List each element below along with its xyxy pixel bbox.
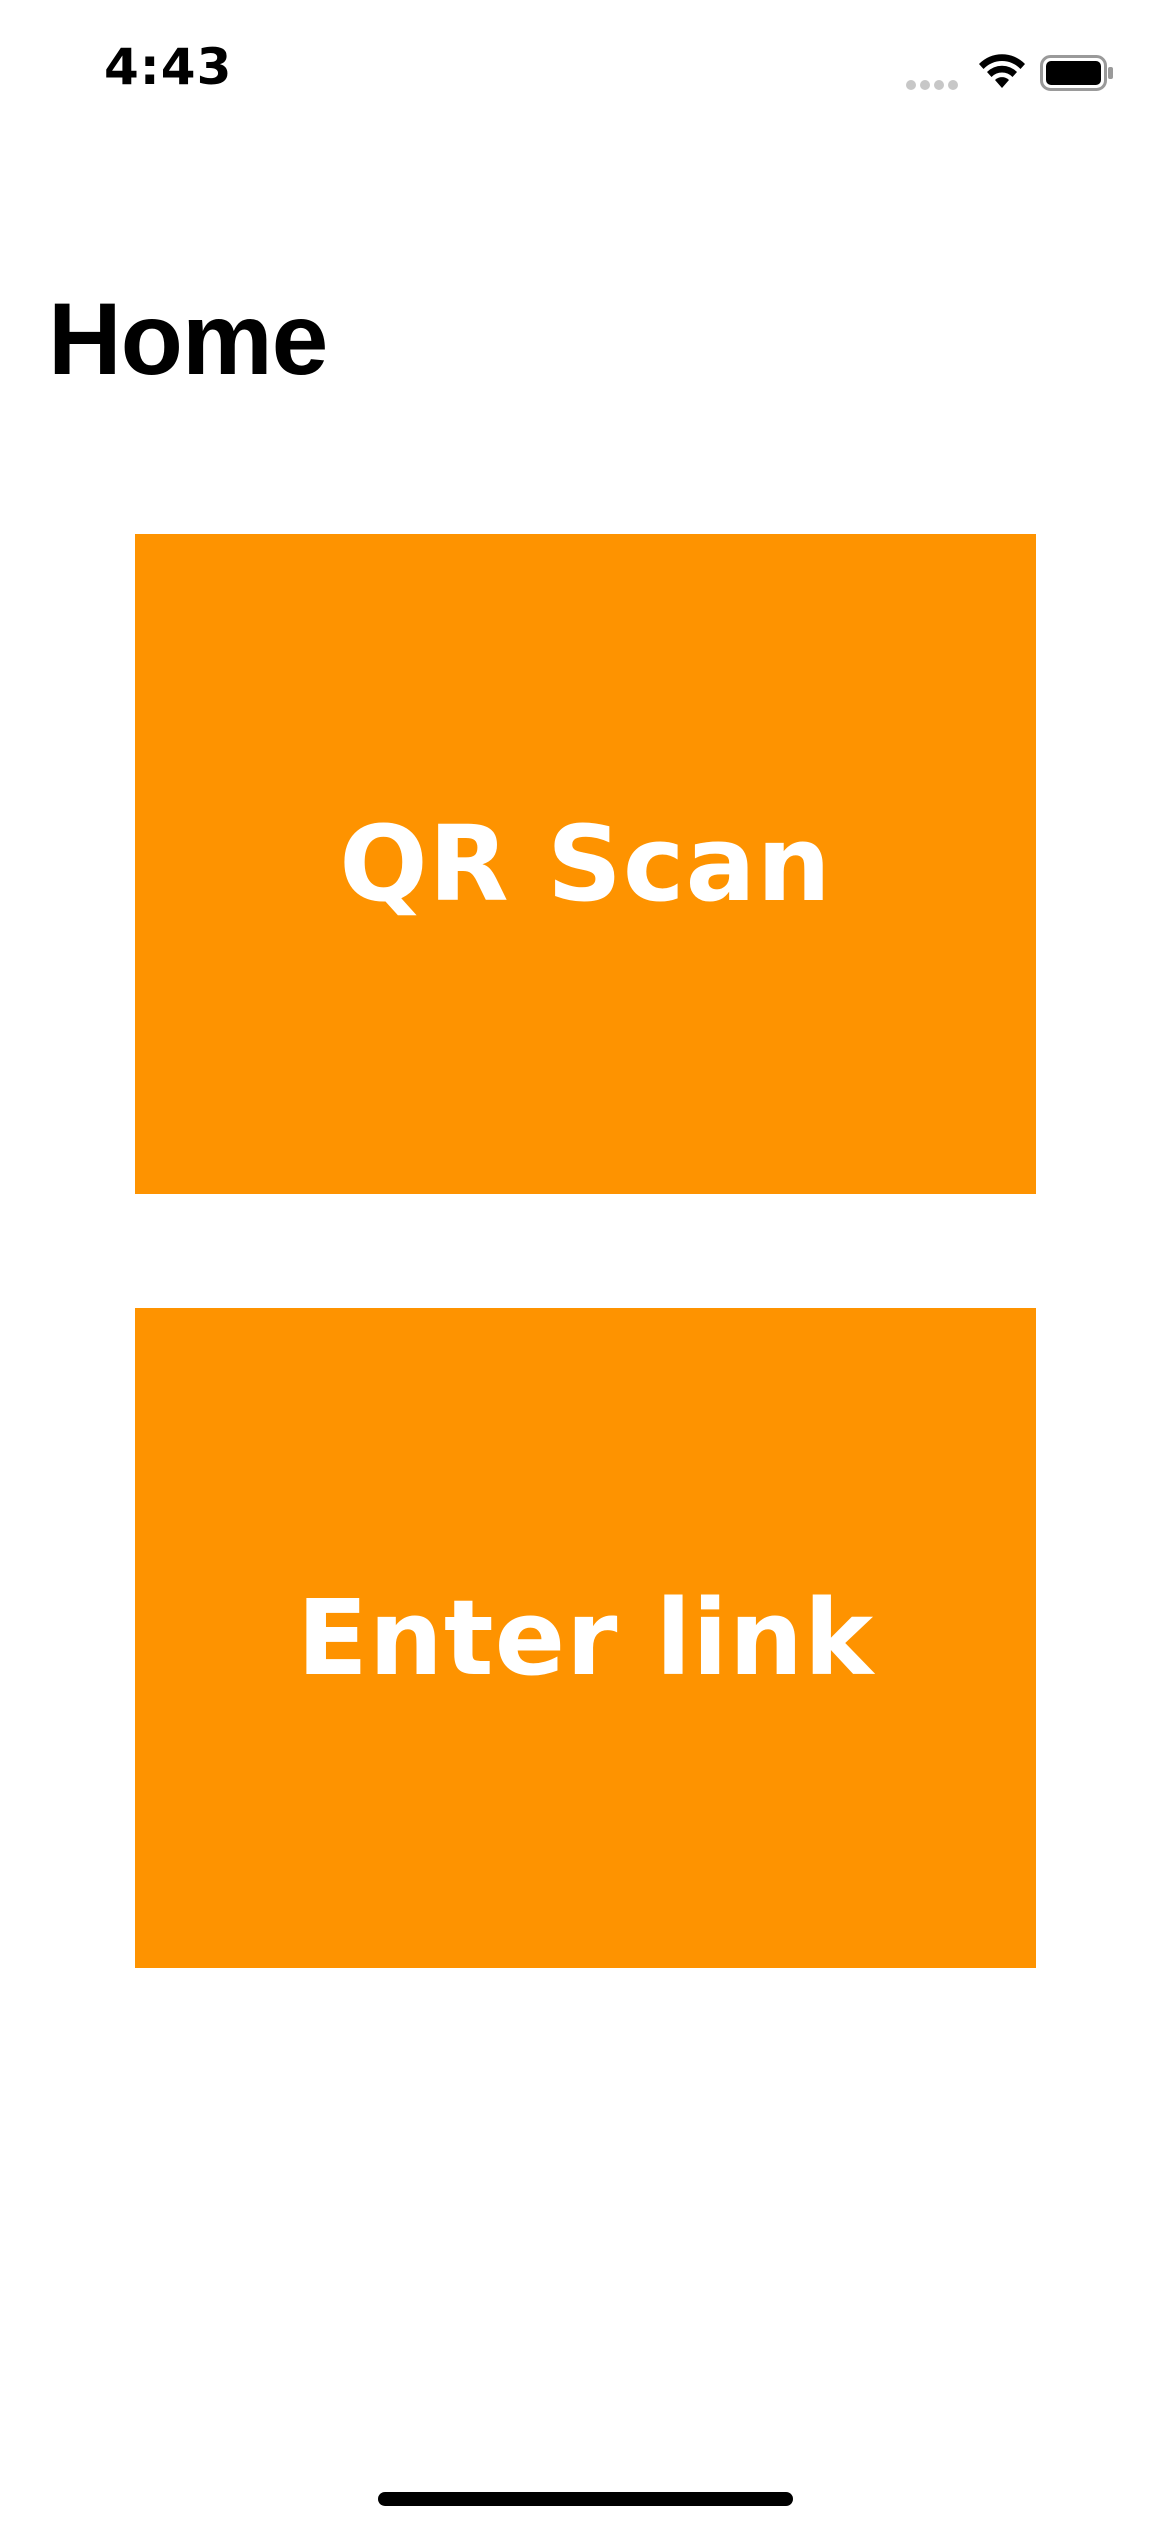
qr-scan-button[interactable]: QR Scan: [135, 534, 1036, 1194]
status-bar: 4:43: [0, 0, 1170, 150]
home-indicator[interactable]: [378, 2492, 793, 2506]
page-title: Home: [48, 282, 328, 396]
enter-link-label: Enter link: [296, 1577, 875, 1699]
status-time: 4:43: [104, 38, 233, 96]
wifi-icon: [979, 54, 1025, 88]
enter-link-button[interactable]: Enter link: [135, 1308, 1036, 1968]
battery-icon: [1040, 55, 1113, 91]
qr-scan-label: QR Scan: [339, 803, 832, 925]
signal-dots-icon: [906, 80, 960, 90]
